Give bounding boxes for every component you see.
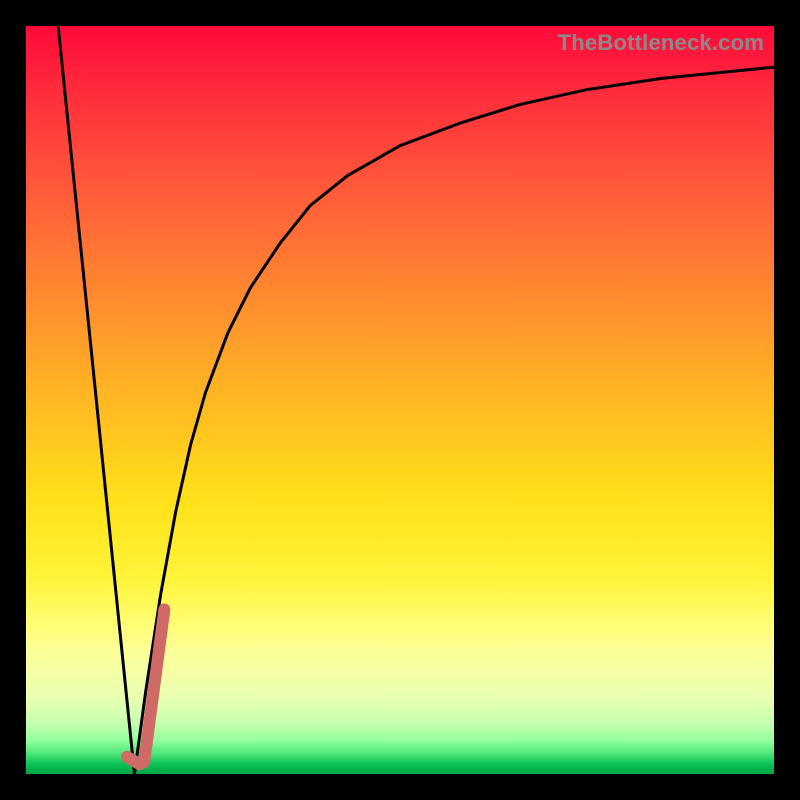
chart-frame: TheBottleneck.com [0,0,800,800]
chart-curves [26,26,774,774]
series-falling-line [58,26,134,774]
chart-plot-area: TheBottleneck.com [26,26,774,774]
series-rising-curve [134,67,774,774]
series-group [58,26,774,774]
